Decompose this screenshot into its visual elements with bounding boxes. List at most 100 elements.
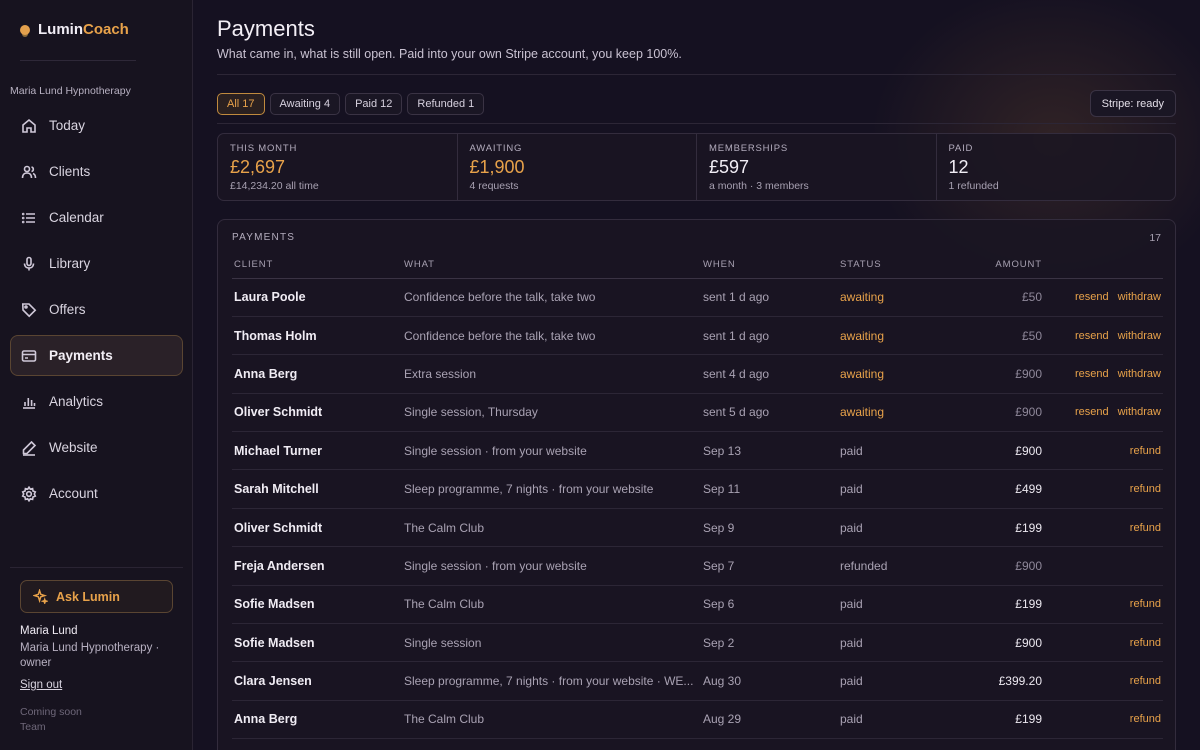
brand-name: LuminCoach [38, 21, 129, 38]
payment-description: Confidence before the talk, take two [404, 278, 703, 317]
filter-chip-refunded[interactable]: Refunded 1 [407, 93, 485, 115]
payment-when: Sep 11 [703, 469, 840, 509]
payments-count: 17 [1149, 232, 1161, 244]
stat-card-awaiting: AWAITING £1,900 4 requests [458, 134, 697, 200]
client-name: Anna Berg [232, 354, 404, 394]
payment-amount: £900 [950, 623, 1048, 663]
divider [217, 123, 1176, 124]
sidebar-nav: Today Clients Calendar Library Offers Payment… [10, 105, 183, 519]
sidebar-item-account[interactable]: Account [10, 473, 183, 514]
card-icon [21, 348, 37, 364]
status-badge: awaiting [840, 278, 950, 317]
refund-link[interactable]: refund [1130, 713, 1161, 725]
row-actions [1048, 546, 1163, 586]
brand-logo[interactable]: LuminCoach [20, 21, 129, 38]
column-header-amount: AMOUNT [950, 251, 1048, 279]
withdraw-link[interactable]: withdraw [1118, 406, 1161, 418]
table-row[interactable]: Oliver Schmidt The Calm Club Sep 9 paid £199… [232, 508, 1163, 548]
ask-lumin-button[interactable]: Ask Lumin [20, 580, 173, 613]
table-row[interactable]: Sofie Madsen Single session Sep 2 paid £900 r… [232, 623, 1163, 663]
sidebar-item-payments[interactable]: Payments [10, 335, 183, 376]
column-header-client: CLIENT [232, 251, 404, 279]
sidebar: LuminCoach Maria Lund Hypnotherapy Today… [0, 0, 193, 750]
refund-link[interactable]: refund [1130, 483, 1161, 495]
sidebar-item-label: Payments [49, 348, 113, 363]
stat-card-memberships: MEMBERSHIPS £597 a month · 3 members [697, 134, 937, 200]
panel-heading: PAYMENTS [232, 232, 296, 243]
stat-card-this-month: THIS MONTH £2,697 £14,234.20 all time [218, 134, 458, 200]
sidebar-item-today[interactable]: Today [10, 105, 183, 146]
sidebar-item-website[interactable]: Website [10, 427, 183, 468]
client-name: Sarah Mitchell [232, 469, 404, 509]
table-row[interactable]: Laura Poole Confidence before the talk, t… [232, 278, 1163, 317]
column-header-when: WHEN [703, 251, 840, 279]
withdraw-link[interactable]: withdraw [1118, 330, 1161, 342]
stripe-status-button[interactable]: Stripe: ready [1089, 90, 1176, 117]
team-label: Team [20, 721, 46, 733]
divider [217, 74, 1176, 75]
list-icon [21, 210, 37, 226]
filter-chip-paid[interactable]: Paid 12 [345, 93, 403, 115]
sidebar-item-offers[interactable]: Offers [10, 289, 183, 330]
payment-description: Single session · from your website [404, 431, 703, 471]
payment-when: Sep 2 [703, 623, 840, 663]
table-row[interactable]: Sarah Mitchell Sleep programme, 7 nights … [232, 469, 1163, 509]
sidebar-item-clients[interactable]: Clients [10, 151, 183, 192]
sidebar-item-calendar[interactable]: Calendar [10, 197, 183, 238]
status-badge: paid [840, 623, 950, 663]
row-actions: resend withdraw [1048, 393, 1163, 433]
table-row[interactable]: Clara Jensen Sleep programme, 7 nights · … [232, 661, 1163, 701]
stat-card-paid: PAID 12 1 refunded [937, 134, 1176, 200]
column-header-status: STATUS [840, 251, 950, 279]
payment-amount: £399.20 [950, 661, 1048, 701]
status-badge: paid [840, 469, 950, 509]
payment-when: Sep 13 [703, 431, 840, 471]
table-row[interactable]: Anna Berg The Calm Club Aug 29 paid £199 refu… [232, 700, 1163, 740]
status-badge: awaiting [840, 354, 950, 394]
ask-lumin-label: Ask Lumin [56, 589, 120, 604]
withdraw-link[interactable]: withdraw [1118, 291, 1161, 303]
sign-out-link[interactable]: Sign out [20, 679, 62, 691]
refund-link[interactable]: refund [1130, 522, 1161, 534]
payments-table: CLIENT WHAT WHEN STATUS AMOUNT Laura Poo… [232, 251, 1163, 740]
users-icon [21, 164, 37, 180]
table-row[interactable]: Sofie Madsen The Calm Club Sep 6 paid £199 re… [232, 585, 1163, 625]
table-row[interactable]: Michael Turner Single session · from your… [232, 431, 1163, 471]
home-icon [21, 118, 37, 134]
client-name: Laura Poole [232, 278, 404, 317]
refund-link[interactable]: refund [1130, 675, 1161, 687]
table-row[interactable]: Freja Andersen Single session · from your… [232, 546, 1163, 586]
resend-link[interactable]: resend [1075, 406, 1109, 418]
resend-link[interactable]: resend [1075, 291, 1109, 303]
row-actions: refund [1048, 700, 1163, 740]
resend-link[interactable]: resend [1075, 330, 1109, 342]
payment-when: Aug 29 [703, 700, 840, 740]
refund-link[interactable]: refund [1130, 598, 1161, 610]
filter-chip-all[interactable]: All 17 [217, 93, 265, 115]
sidebar-item-library[interactable]: Library [10, 243, 183, 284]
client-name: Thomas Holm [232, 316, 404, 356]
table-row[interactable]: Oliver Schmidt Single session, Thursday se… [232, 393, 1163, 433]
payment-when: sent 4 d ago [703, 354, 840, 394]
resend-link[interactable]: resend [1075, 368, 1109, 380]
payment-when: sent 1 d ago [703, 316, 840, 356]
client-name: Sofie Madsen [232, 585, 404, 625]
row-actions: refund [1048, 623, 1163, 663]
table-row[interactable]: Thomas Holm Confidence before the talk, t… [232, 316, 1163, 356]
client-name: Oliver Schmidt [232, 393, 404, 433]
row-actions: refund [1048, 585, 1163, 625]
stat-value: £1,900 [469, 157, 525, 177]
coming-soon-label: Coming soon [20, 706, 82, 718]
table-header-row: CLIENT WHAT WHEN STATUS AMOUNT [232, 251, 1163, 279]
refund-link[interactable]: refund [1130, 445, 1161, 457]
sidebar-item-analytics[interactable]: Analytics [10, 381, 183, 422]
filter-chip-awaiting[interactable]: Awaiting 4 [269, 93, 341, 115]
user-role: Maria Lund Hypnotherapy · owner [20, 642, 160, 669]
refund-link[interactable]: refund [1130, 637, 1161, 649]
withdraw-link[interactable]: withdraw [1118, 368, 1161, 380]
stat-value: £597 [709, 157, 750, 177]
microphone-icon [21, 256, 37, 272]
stat-label: MEMBERSHIPS [709, 143, 789, 154]
table-row[interactable]: Anna Berg Extra session sent 4 d ago awaiti… [232, 354, 1163, 394]
column-header-what: WHAT [404, 251, 703, 279]
